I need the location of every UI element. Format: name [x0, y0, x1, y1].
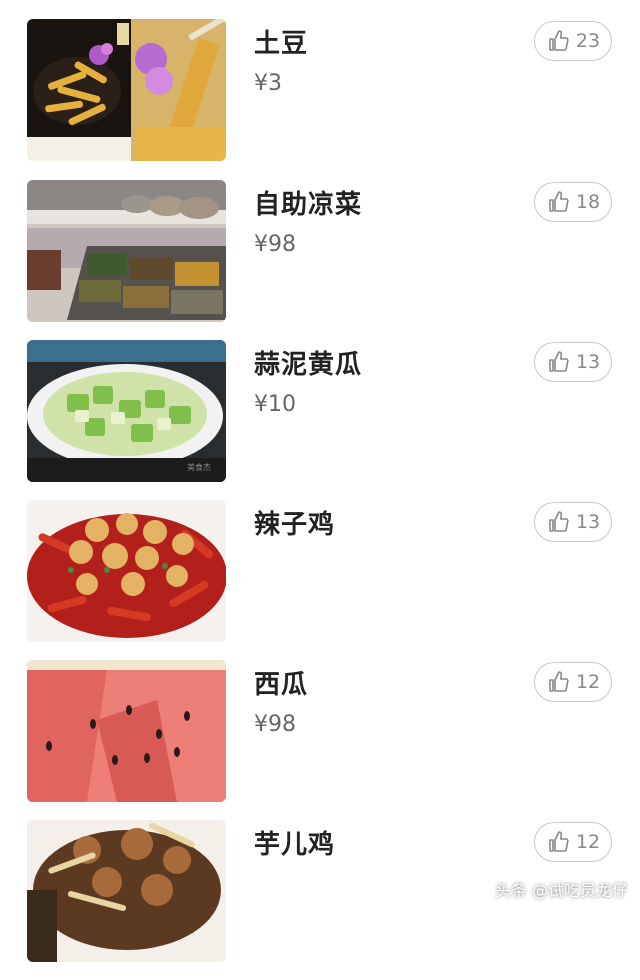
dish-photo-buffet-cold-dishes[interactable]	[27, 180, 226, 322]
buffet-cold-dishes-photo	[27, 180, 226, 322]
dish-photo-watermelon[interactable]	[27, 660, 226, 802]
garlic-cucumber-photo: 美食杰	[27, 340, 226, 482]
dish-name: 土豆	[254, 29, 309, 59]
dish-price: ¥98	[254, 712, 296, 737]
like-button[interactable]: 12	[534, 662, 612, 702]
like-button[interactable]: 23	[534, 21, 612, 61]
fried-potato-photo	[27, 19, 226, 161]
svg-text:美食杰: 美食杰	[187, 462, 211, 472]
dish-price: ¥98	[254, 232, 296, 257]
like-count: 12	[575, 671, 601, 693]
thumbs-up-icon	[549, 511, 569, 532]
dish-photo-garlic-cucumber[interactable]: 美食杰	[27, 340, 226, 482]
dish-name: 芋儿鸡	[254, 830, 336, 860]
thumbs-up-icon	[549, 30, 569, 51]
like-button[interactable]: 13	[534, 502, 612, 542]
dish-price: ¥3	[254, 71, 282, 96]
taro-chicken-photo	[27, 820, 226, 962]
spicy-chicken-photo	[27, 500, 226, 642]
watermark: 头条 @试吃员龙仔	[494, 881, 628, 900]
like-button[interactable]: 13	[534, 342, 612, 382]
dish-price: ¥10	[254, 392, 296, 417]
like-count: 13	[575, 511, 601, 533]
dish-item[interactable]: 美食杰 蒜泥黄瓜 ¥10 13	[0, 340, 640, 500]
dish-name: 蒜泥黄瓜	[254, 350, 363, 380]
dish-name: 自助凉菜	[254, 190, 363, 220]
dish-item[interactable]: 辣子鸡 13	[0, 500, 640, 660]
thumbs-up-icon	[549, 671, 569, 692]
dish-photo-taro-chicken[interactable]	[27, 820, 226, 962]
dish-list: 土豆 ¥3 23 自助凉菜 ¥98 18 美食杰 蒜泥黄瓜 ¥10 13 辣子鸡…	[0, 0, 640, 962]
dish-photo-spicy-chicken[interactable]	[27, 500, 226, 642]
thumbs-up-icon	[549, 191, 569, 212]
like-button[interactable]: 12	[534, 822, 612, 862]
dish-name: 辣子鸡	[254, 510, 336, 540]
dish-item[interactable]: 西瓜 ¥98 12	[0, 660, 640, 820]
thumbs-up-icon	[549, 831, 569, 852]
like-button[interactable]: 18	[534, 182, 612, 222]
like-count: 18	[575, 191, 601, 213]
dish-item[interactable]: 自助凉菜 ¥98 18	[0, 180, 640, 340]
like-count: 23	[575, 30, 601, 52]
thumbs-up-icon	[549, 351, 569, 372]
watermelon-photo	[27, 660, 226, 802]
like-count: 13	[575, 351, 601, 373]
dish-name: 西瓜	[254, 670, 309, 700]
dish-photo-fried-potato[interactable]	[27, 19, 226, 161]
dish-item[interactable]: 土豆 ¥3 23	[0, 19, 640, 179]
like-count: 12	[575, 831, 601, 853]
